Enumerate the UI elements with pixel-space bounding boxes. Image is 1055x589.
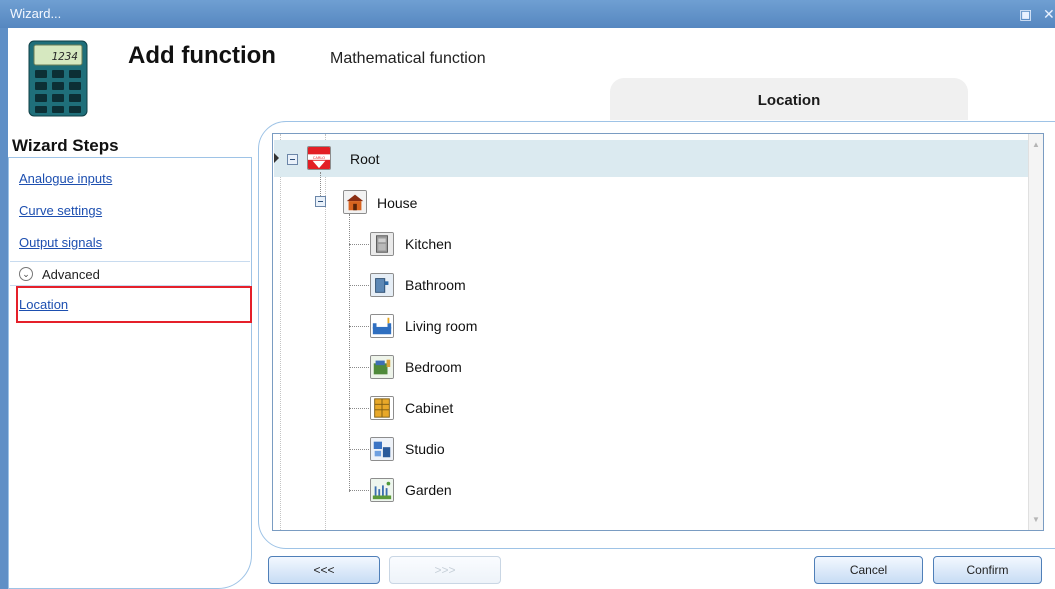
- bathroom-icon: [370, 273, 394, 297]
- next-button[interactable]: >>>: [389, 556, 501, 584]
- calc-display: 1234: [52, 50, 79, 63]
- location-tree[interactable]: CARLO Root House Kitchen Bathroom Living…: [272, 133, 1044, 531]
- chevron-down-icon[interactable]: ⌄: [19, 267, 33, 281]
- tree-guide-line: [325, 134, 326, 530]
- svg-text:CARLO: CARLO: [313, 156, 326, 160]
- tree-label-cabinet[interactable]: Cabinet: [405, 400, 453, 416]
- collapse-house-icon[interactable]: [315, 196, 326, 207]
- tree-connector: [349, 449, 369, 450]
- tree-label-studio[interactable]: Studio: [405, 441, 445, 457]
- tree-connector: [349, 490, 369, 491]
- cancel-button[interactable]: Cancel: [814, 556, 923, 584]
- scroll-down-icon[interactable]: ▼: [1032, 515, 1040, 524]
- carlo-gavazzi-logo-icon: CARLO: [307, 146, 331, 170]
- living-room-icon: [370, 314, 394, 338]
- tree-guide-line: [280, 134, 281, 530]
- tree-label-bathroom[interactable]: Bathroom: [405, 277, 466, 293]
- tree-connector: [349, 214, 350, 492]
- scroll-up-icon[interactable]: ▲: [1032, 140, 1040, 149]
- tree-label-garden[interactable]: Garden: [405, 482, 452, 498]
- tab-location: Location: [610, 78, 968, 120]
- restore-icon[interactable]: ▣: [1019, 6, 1032, 23]
- tree-label-house[interactable]: House: [377, 195, 417, 211]
- tree-row-root[interactable]: [274, 140, 1028, 177]
- advanced-label: Advanced: [42, 267, 100, 282]
- step-output-signals[interactable]: Output signals: [19, 235, 102, 250]
- page-subtitle: Mathematical function: [330, 50, 486, 67]
- garden-icon: [370, 478, 394, 502]
- close-icon[interactable]: ✕: [1043, 6, 1055, 23]
- confirm-button[interactable]: Confirm: [933, 556, 1042, 584]
- current-row-marker-icon: [274, 153, 279, 163]
- page-title: Add function: [128, 42, 276, 69]
- tree-connector: [349, 408, 369, 409]
- active-step-highlight: [16, 286, 252, 323]
- tree-connector: [320, 172, 321, 196]
- tree-scrollbar[interactable]: ▲ ▼: [1028, 134, 1043, 530]
- studio-icon: [370, 437, 394, 461]
- window-titlebar: Wizard... ▣ ✕: [0, 0, 1055, 28]
- tree-connector: [349, 326, 369, 327]
- tree-label-root[interactable]: Root: [350, 151, 380, 167]
- bedroom-icon: [370, 355, 394, 379]
- tree-label-living-room[interactable]: Living room: [405, 318, 477, 334]
- step-analogue-inputs[interactable]: Analogue inputs: [19, 171, 112, 186]
- cabinet-icon: [370, 396, 394, 420]
- tree-label-kitchen[interactable]: Kitchen: [405, 236, 452, 252]
- kitchen-icon: [370, 232, 394, 256]
- window-frame: [0, 28, 8, 589]
- window-title: Wizard...: [10, 6, 62, 21]
- calculator-icon: 1234: [28, 40, 88, 117]
- wizard-steps-panel: Analogue inputs Curve settings Output si…: [8, 157, 252, 589]
- tree-connector: [349, 285, 369, 286]
- wizard-steps-heading: Wizard Steps: [12, 136, 119, 155]
- back-button[interactable]: <<<: [268, 556, 380, 584]
- tree-label-bedroom[interactable]: Bedroom: [405, 359, 462, 375]
- step-curve-settings[interactable]: Curve settings: [19, 203, 102, 218]
- tree-connector: [349, 244, 369, 245]
- advanced-section-toggle[interactable]: ⌄ Advanced: [10, 261, 250, 286]
- collapse-root-icon[interactable]: [287, 154, 298, 165]
- house-icon: [343, 190, 367, 214]
- tree-connector: [349, 367, 369, 368]
